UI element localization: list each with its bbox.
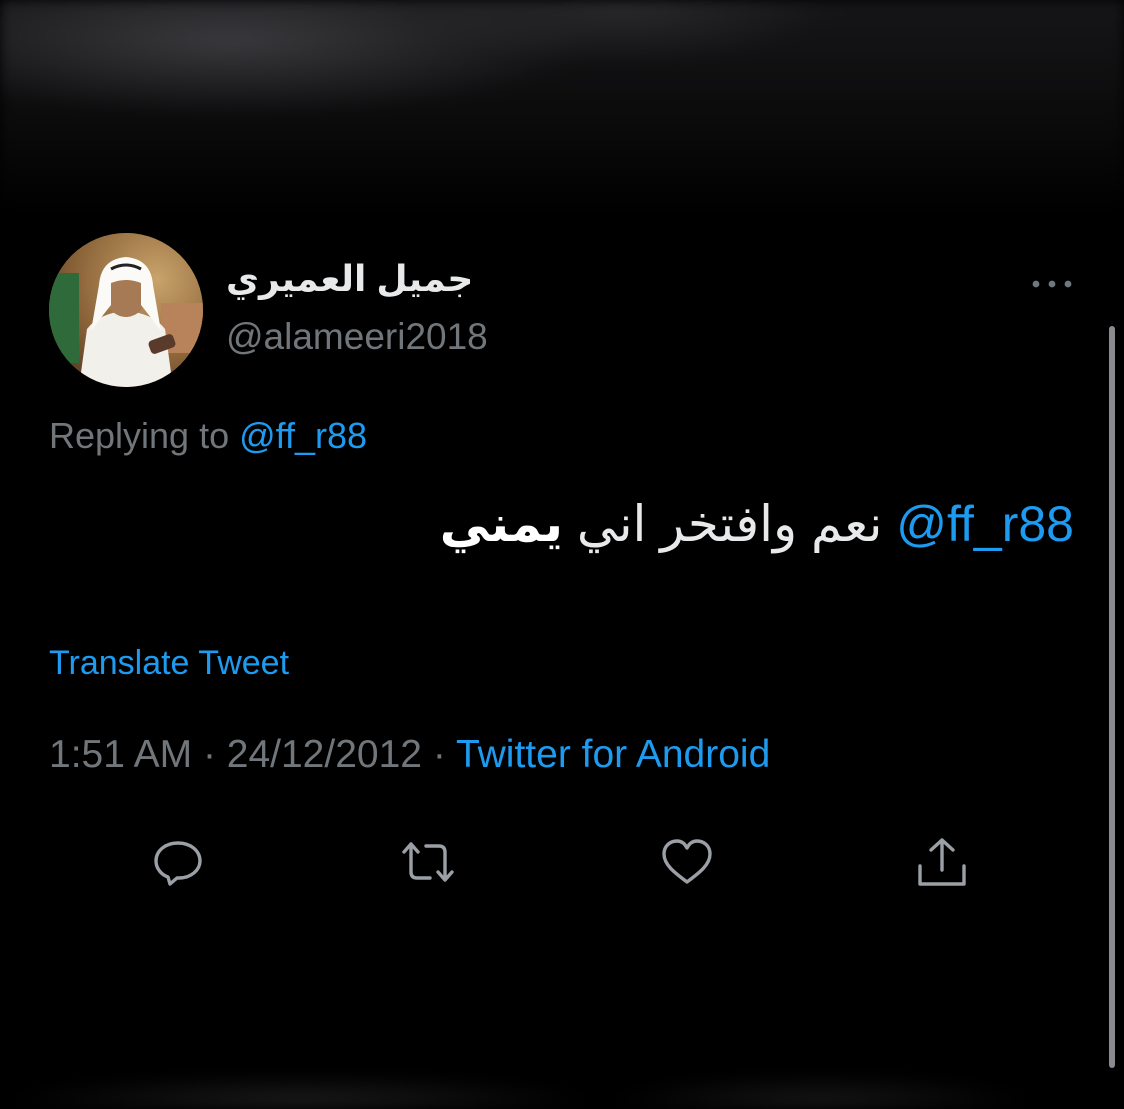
avatar-photo-icon bbox=[49, 233, 203, 387]
share-button[interactable] bbox=[912, 832, 972, 892]
like-button[interactable] bbox=[657, 832, 717, 892]
meta-separator: · bbox=[202, 733, 216, 776]
tweet-emphasis: يمني bbox=[439, 496, 563, 552]
heart-icon bbox=[662, 839, 712, 884]
speech-bubble-icon bbox=[154, 841, 202, 886]
retweet-button[interactable] bbox=[398, 832, 458, 892]
display-name[interactable]: جميل العميري bbox=[226, 258, 516, 300]
blurred-top-region bbox=[0, 0, 1124, 215]
tweet-metadata: 1:51 AM · 24/12/2012 · Twitter for Andro… bbox=[49, 733, 770, 777]
tweet-date[interactable]: 24/12/2012 bbox=[227, 733, 422, 776]
tweet-text: @ff_r88 نعم وافتخر اني يمني bbox=[54, 492, 1074, 556]
tweet-body: نعم وافتخر اني bbox=[576, 496, 883, 552]
ellipsis-icon bbox=[1032, 280, 1072, 288]
more-options-button[interactable] bbox=[1028, 270, 1076, 298]
replying-to-label: Replying to bbox=[49, 415, 230, 456]
translate-tweet-link[interactable]: Translate Tweet bbox=[49, 644, 289, 683]
scrollbar[interactable] bbox=[1109, 326, 1115, 1068]
replying-to-line: Replying to @ff_r88 bbox=[49, 415, 367, 457]
tweet-mention[interactable]: @ff_r88 bbox=[896, 496, 1074, 552]
reply-button[interactable] bbox=[148, 832, 208, 892]
replying-to-mention[interactable]: @ff_r88 bbox=[239, 415, 367, 456]
tweet-screenshot: جميل العميري @alameeri2018 Replying to @… bbox=[0, 0, 1124, 1109]
tweet-time[interactable]: 1:51 AM bbox=[49, 733, 192, 776]
tweet-source-link[interactable]: Twitter for Android bbox=[456, 733, 770, 776]
meta-separator-2: · bbox=[432, 733, 446, 776]
user-handle[interactable]: @alameeri2018 bbox=[226, 316, 488, 358]
retweet-icon bbox=[402, 842, 454, 882]
share-upload-icon bbox=[918, 838, 966, 886]
avatar[interactable] bbox=[49, 233, 203, 387]
blurred-bottom-region bbox=[0, 1040, 1124, 1109]
